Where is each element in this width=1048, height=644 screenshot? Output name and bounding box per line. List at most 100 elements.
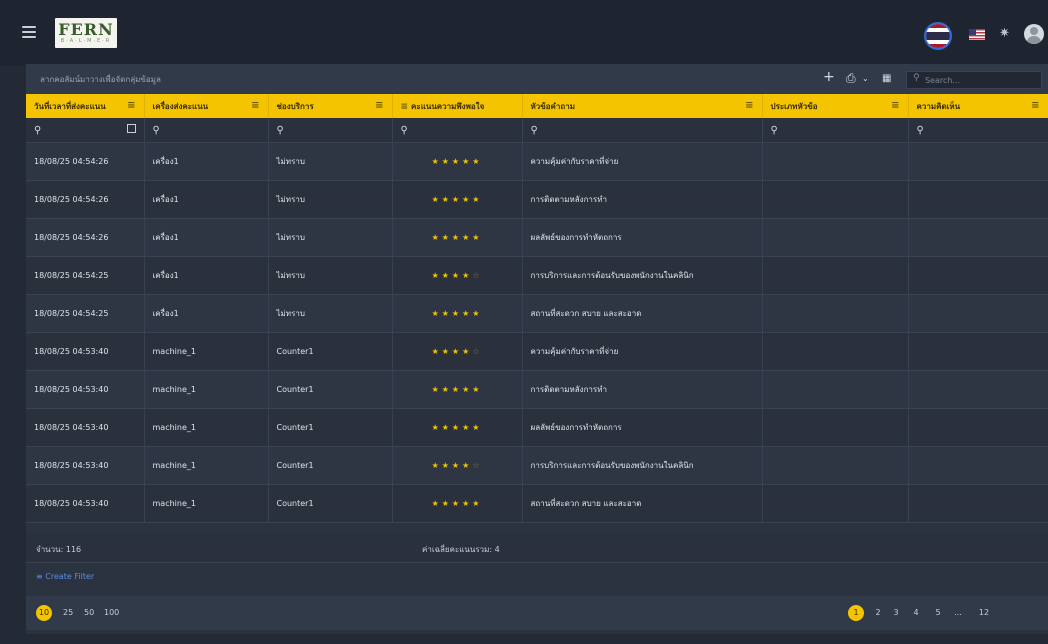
search-icon: ⚲ — [913, 73, 920, 83]
brand-logo[interactable]: FERN B·A·L·M·E·R — [55, 18, 117, 48]
thai-flag-icon[interactable] — [924, 22, 952, 50]
table-row[interactable]: 18/08/25 04:54:26 เครื่อง1 ไม่ทราบ ★★★★★ การ… — [26, 180, 1048, 219]
column-header-rating[interactable]: ≡ คะแนนความพึงพอใจ — [392, 94, 523, 118]
create-filter-button[interactable]: ≡ Create Filter — [36, 572, 94, 581]
filter-cell-category[interactable]: ⚲ — [762, 118, 909, 143]
hamburger-menu-icon[interactable] — [22, 26, 36, 38]
table-row[interactable]: 18/08/25 04:54:25 เครื่อง1 ไม่ทราบ ★★★★★ สถา… — [26, 294, 1048, 333]
cell-rating: ★★★★☆ — [392, 256, 523, 295]
us-flag-icon[interactable] — [969, 29, 985, 40]
column-header-comment[interactable]: ความคิดเห็น ≡ — [908, 94, 1048, 118]
star-filled-icon: ★ — [441, 233, 452, 242]
logo-text: FERN — [58, 20, 114, 39]
filter-cell-topic[interactable]: ⚲ — [522, 118, 763, 143]
table-row[interactable]: 18/08/25 04:53:40 machine_1 Counter1 ★★★★★ ก… — [26, 370, 1048, 409]
table-row[interactable]: 18/08/25 04:54:26 เครื่อง1 ไม่ทราบ ★★★★★ ควา… — [26, 142, 1048, 181]
star-filled-icon: ★ — [441, 271, 452, 280]
filter-icon[interactable]: ≡ — [127, 100, 135, 111]
cell-topic: ผลลัพธ์ของการทำหัตถการ — [522, 408, 763, 447]
star-filled-icon: ★ — [451, 233, 463, 242]
page-size-option[interactable]: 50 — [84, 605, 94, 621]
calendar-icon[interactable] — [126, 124, 136, 133]
column-header-category[interactable]: ประเภทหัวข้อ ≡ — [762, 94, 909, 118]
cell-comment — [908, 218, 1048, 257]
star-filled-icon: ★ — [462, 499, 473, 508]
cell-channel: ไม่ทราบ — [268, 180, 393, 219]
chevron-down-icon[interactable]: ⌄ — [862, 74, 869, 83]
cell-machine: machine_1 — [144, 332, 269, 371]
filter-icon[interactable]: ≡ — [375, 100, 383, 111]
table-row[interactable]: 18/08/25 04:54:26 เครื่อง1 ไม่ทราบ ★★★★★ ผลล… — [26, 218, 1048, 257]
star-filled-icon: ★ — [431, 271, 442, 280]
page-size-option[interactable]: 10 — [36, 605, 52, 621]
star-filled-icon: ★ — [441, 499, 452, 508]
table-row[interactable]: 18/08/25 04:53:40 machine_1 Counter1 ★★★★☆ ก… — [26, 446, 1048, 485]
cell-category — [762, 408, 909, 447]
star-filled-icon: ★ — [431, 499, 442, 508]
column-header-machine[interactable]: เครื่องส่งคะแนน ≡ — [144, 94, 269, 118]
cell-rating: ★★★★☆ — [392, 446, 523, 485]
page-button[interactable]: 3 — [888, 605, 904, 621]
page-button[interactable]: 1 — [848, 605, 864, 621]
page-size-option[interactable]: 100 — [104, 605, 119, 621]
star-filled-icon: ★ — [451, 423, 463, 432]
filter-cell-datetime[interactable]: ⚲ — [26, 118, 145, 143]
export-icon[interactable]: ⎙ — [846, 71, 856, 86]
cell-category — [762, 180, 909, 219]
page-button[interactable]: 2 — [870, 605, 886, 621]
cell-comment — [908, 294, 1048, 333]
filter-icon[interactable]: ≡ — [401, 102, 409, 112]
cell-category — [762, 218, 909, 257]
filter-icon[interactable]: ≡ — [745, 100, 753, 111]
star-filled-icon: ★ — [472, 309, 483, 318]
cell-category — [762, 256, 909, 295]
table-row[interactable]: 18/08/25 04:53:40 machine_1 Counter1 ★★★★★ ส… — [26, 484, 1048, 523]
search-input[interactable] — [906, 71, 1042, 89]
star-filled-icon: ★ — [451, 271, 463, 280]
filter-row: ⚲ ⚲ ⚲ ⚲ ⚲ ⚲ ⚲ — [26, 118, 1048, 143]
search-icon: ⚲ — [770, 124, 778, 136]
cell-machine: เครื่อง1 — [144, 294, 269, 333]
cell-comment — [908, 332, 1048, 371]
star-filled-icon: ★ — [441, 309, 452, 318]
page-size-option[interactable]: 25 — [63, 605, 73, 621]
cell-datetime: 18/08/25 04:54:26 — [26, 218, 145, 257]
search-icon: ⚲ — [530, 124, 538, 136]
cell-channel: Counter1 — [268, 484, 393, 523]
search-icon: ⚲ — [34, 124, 42, 136]
filter-icon[interactable]: ≡ — [1031, 100, 1039, 111]
column-header-datetime[interactable]: วันที่เวลาที่ส่งคะแนน ≡ — [26, 94, 145, 118]
page-button[interactable]: 4 — [908, 605, 924, 621]
cell-datetime: 18/08/25 04:53:40 — [26, 408, 145, 447]
theme-toggle-sun-icon[interactable]: ✷ — [999, 26, 1010, 41]
star-filled-icon: ★ — [451, 309, 463, 318]
star-filled-icon: ★ — [462, 157, 473, 166]
average-score: ค่าเฉลี่ยคะแนนรวม: 4 — [422, 545, 500, 554]
filter-cell-channel[interactable]: ⚲ — [268, 118, 393, 143]
star-empty-icon: ☆ — [472, 271, 483, 280]
star-empty-icon: ☆ — [472, 347, 483, 356]
data-grid-panel: ลากคอลัมน์มาวางเพื่อจัดกลุ่มข้อมูล + ⎙ ⌄… — [26, 64, 1048, 634]
filter-cell-machine[interactable]: ⚲ — [144, 118, 269, 143]
table-body: 18/08/25 04:54:26 เครื่อง1 ไม่ทราบ ★★★★★ ควา… — [26, 142, 1048, 523]
page-button[interactable]: 12 — [976, 605, 992, 621]
filter-cell-rating[interactable]: ⚲ — [392, 118, 523, 143]
filter-cell-comment[interactable]: ⚲ — [908, 118, 1048, 143]
table-row[interactable]: 18/08/25 04:54:25 เครื่อง1 ไม่ทราบ ★★★★☆ การ… — [26, 256, 1048, 295]
table-row[interactable]: 18/08/25 04:53:40 machine_1 Counter1 ★★★★☆ ค… — [26, 332, 1048, 371]
column-header-channel[interactable]: ช่องบริการ ≡ — [268, 94, 393, 118]
add-icon[interactable]: + — [823, 69, 835, 85]
page-button[interactable]: 5 — [930, 605, 946, 621]
column-header-topic[interactable]: หัวข้อคำถาม ≡ — [522, 94, 763, 118]
cell-machine: machine_1 — [144, 370, 269, 409]
user-avatar[interactable] — [1024, 24, 1044, 44]
star-filled-icon: ★ — [441, 195, 452, 204]
table-row[interactable]: 18/08/25 04:53:40 machine_1 Counter1 ★★★★★ ผ… — [26, 408, 1048, 447]
total-count: จำนวน: 116 — [36, 545, 82, 554]
column-chooser-icon[interactable]: ▦ — [882, 73, 891, 84]
star-filled-icon: ★ — [472, 157, 483, 166]
search-icon: ⚲ — [276, 124, 284, 136]
filter-icon[interactable]: ≡ — [891, 100, 899, 111]
star-filled-icon: ★ — [472, 195, 483, 204]
filter-icon[interactable]: ≡ — [251, 100, 259, 111]
